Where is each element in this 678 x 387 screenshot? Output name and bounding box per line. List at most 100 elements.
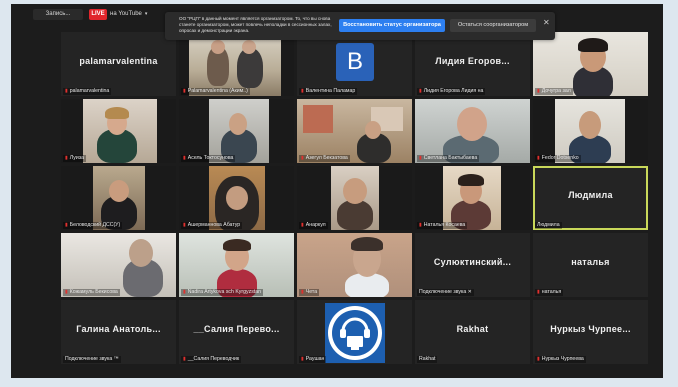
participant-tile[interactable]: ▮ Fedor Dotsenko xyxy=(533,99,648,163)
participant-label: ▮ Лидия Егорова Лидия на xyxy=(417,88,486,95)
participant-name: __Салия Перево... xyxy=(193,324,280,334)
close-icon[interactable]: ✕ xyxy=(543,18,550,27)
participant-label: Людмила xyxy=(535,222,562,229)
reclaim-host-button[interactable]: Восстановить статус организатора xyxy=(339,19,445,32)
participant-tile[interactable]: ▮ Кожамуль Бекисова xyxy=(61,233,176,297)
participant-label: ▮ Беловодский ДСС(У) xyxy=(63,222,123,229)
participant-label: ▮ Наталья Косаева xyxy=(417,222,468,229)
mic-muted-icon: ▮ xyxy=(183,88,186,94)
participant-label: ▮ Ашерманнова Абатур xyxy=(181,222,243,229)
mic-muted-icon: ▮ xyxy=(65,88,68,94)
participant-name: Галина Анатоль... xyxy=(76,324,161,334)
participant-tile[interactable]: ▮ Беловодский ДСС(У) xyxy=(61,166,176,230)
mic-muted-icon: ▮ xyxy=(65,289,68,295)
video-feed xyxy=(533,32,648,96)
participant-label: ▮ Валентина Паламар xyxy=(299,88,358,95)
mic-muted-icon: ▮ xyxy=(537,356,540,362)
video-feed xyxy=(297,233,412,297)
video-feed xyxy=(93,166,145,230)
mic-muted-icon: ▮ xyxy=(301,356,304,362)
mic-muted-icon: ▮ xyxy=(419,222,422,228)
participant-tile[interactable]: Лидия Егоров... ▮ Лидия Егорова Лидия на xyxy=(415,32,530,96)
participant-tile[interactable]: ▮ Nadira Artykova sch Kyrgyzstan xyxy=(179,233,294,297)
mic-muted-icon: ▮ xyxy=(183,222,186,228)
participant-tile[interactable]: ▮ Чета xyxy=(297,233,412,297)
live-badge: LIVE xyxy=(89,9,107,20)
cohost-notification: ОО "РЦП" в данный момент является органи… xyxy=(165,12,555,40)
video-feed xyxy=(83,99,157,163)
participant-label: ▮ наталья xyxy=(535,289,564,296)
live-target-dropdown[interactable]: на YouTube ▾ xyxy=(110,9,147,20)
participant-label: ▮ Асель Токтосунова xyxy=(181,155,236,162)
participant-label: ▮ Fedor Dotsenko xyxy=(535,155,581,162)
participant-tile[interactable]: ▮ Луиза xyxy=(61,99,176,163)
participant-tile[interactable]: Сулюктинский... Подключение звука ✕ xyxy=(415,233,530,297)
zoom-window: Запись... LIVE на YouTube ▾ ОО "РЦП" в да… xyxy=(11,4,663,378)
participant-label: ▮ Чета xyxy=(299,289,320,296)
participant-tile[interactable]: B ▮ Валентина Паламар xyxy=(297,32,412,96)
video-feed xyxy=(415,99,530,163)
mic-muted-icon: ▮ xyxy=(537,155,540,161)
mic-muted-icon: ▮ xyxy=(301,289,304,295)
participant-tile[interactable]: ▮ Ашерманнова Абатур xyxy=(179,166,294,230)
participant-tile[interactable]: ▮ Светлана Бактыбаева xyxy=(415,99,530,163)
participant-tile[interactable]: __Салия Перево... ▮ __Салия Переводчик xyxy=(179,300,294,364)
video-feed xyxy=(61,233,176,297)
video-feed xyxy=(209,99,269,163)
participant-name: palamarvalentina xyxy=(79,56,158,66)
participant-tile[interactable]: ▮ Анаркул xyxy=(297,166,412,230)
participant-label: ▮ Раушан xyxy=(299,356,327,363)
mic-muted-icon: ▮ xyxy=(419,155,422,161)
participant-tile[interactable]: ▮ Наталья Косаева xyxy=(415,166,530,230)
participant-label: ▮ Нуркыз Чурпеева xyxy=(535,356,586,363)
participant-tile[interactable]: ▮ Асель Токтосунова xyxy=(179,99,294,163)
participant-tile[interactable]: ▮ Palamarvalentina (Аким..) xyxy=(179,32,294,96)
mic-muted-icon: ▮ xyxy=(183,289,186,295)
recording-indicator[interactable]: Запись... xyxy=(33,9,83,20)
participant-name: наталья xyxy=(571,257,610,267)
mic-muted-icon: ▮ xyxy=(65,155,68,161)
participant-tile[interactable]: наталья ▮ наталья xyxy=(533,233,648,297)
participant-label: ▮ __Салия Переводчик xyxy=(181,356,242,363)
headset-support-icon xyxy=(325,303,385,363)
mic-muted-icon: ▮ xyxy=(183,155,186,161)
participant-tile[interactable]: ▮ Азегул Бекзатова xyxy=(297,99,412,163)
participant-tile[interactable]: ▮ Дочугра зал xyxy=(533,32,648,96)
participant-name: Сулюктинский... xyxy=(433,257,512,267)
participant-tile[interactable]: Галина Анатоль... Подключение звука ™ xyxy=(61,300,176,364)
participant-name: Rakhat xyxy=(456,324,489,334)
participant-name: Лидия Егоров... xyxy=(435,56,510,66)
participant-label: ▮ Кожамуль Бекисова xyxy=(63,289,120,296)
video-feed xyxy=(555,99,625,163)
mic-muted-icon: ▮ xyxy=(301,88,304,94)
participant-tile-active-speaker[interactable]: Людмила Людмила xyxy=(533,166,648,230)
chevron-down-icon: ▾ xyxy=(144,11,148,17)
mic-muted-icon: ▮ xyxy=(537,88,540,94)
video-feed xyxy=(331,166,379,230)
video-feed xyxy=(443,166,501,230)
video-feed xyxy=(209,166,265,230)
participant-label: ▮ Светлана Бактыбаева xyxy=(417,155,480,162)
video-feed xyxy=(189,32,281,96)
participant-label: ▮ Анаркул xyxy=(299,222,328,229)
participant-label: ▮ Дочугра зал xyxy=(535,88,573,95)
video-feed xyxy=(297,99,412,163)
participant-tile[interactable]: ▮ Раушан xyxy=(297,300,412,364)
mic-muted-icon: ▮ xyxy=(537,289,540,295)
participant-tile[interactable]: Нуркыз Чурпее... ▮ Нуркыз Чурпеева xyxy=(533,300,648,364)
participant-label: ▮ Азегул Бекзатова xyxy=(299,155,350,162)
participant-label: Подключение звука ✕ xyxy=(417,289,475,296)
participant-label: ▮ Луиза xyxy=(63,155,86,162)
participant-label: ▮ Palamarvalentina (Аким..) xyxy=(181,88,250,95)
participant-name: Людмила xyxy=(568,190,613,200)
stay-cohost-button[interactable]: Остаться соорганизатором xyxy=(450,19,536,32)
participant-tile[interactable]: Rakhat Rakhat xyxy=(415,300,530,364)
participant-label: ▮ palamarvalentina xyxy=(63,88,112,95)
mic-muted-icon: ▮ xyxy=(419,88,422,94)
video-feed xyxy=(179,233,294,297)
mic-muted-icon: ▮ xyxy=(65,222,68,228)
participant-tile[interactable]: palamarvalentina ▮ palamarvalentina xyxy=(61,32,176,96)
notification-message: ОО "РЦП" в данный момент является органи… xyxy=(179,16,332,33)
mic-muted-icon: ▮ xyxy=(301,155,304,161)
participant-label: Rakhat xyxy=(417,356,438,363)
